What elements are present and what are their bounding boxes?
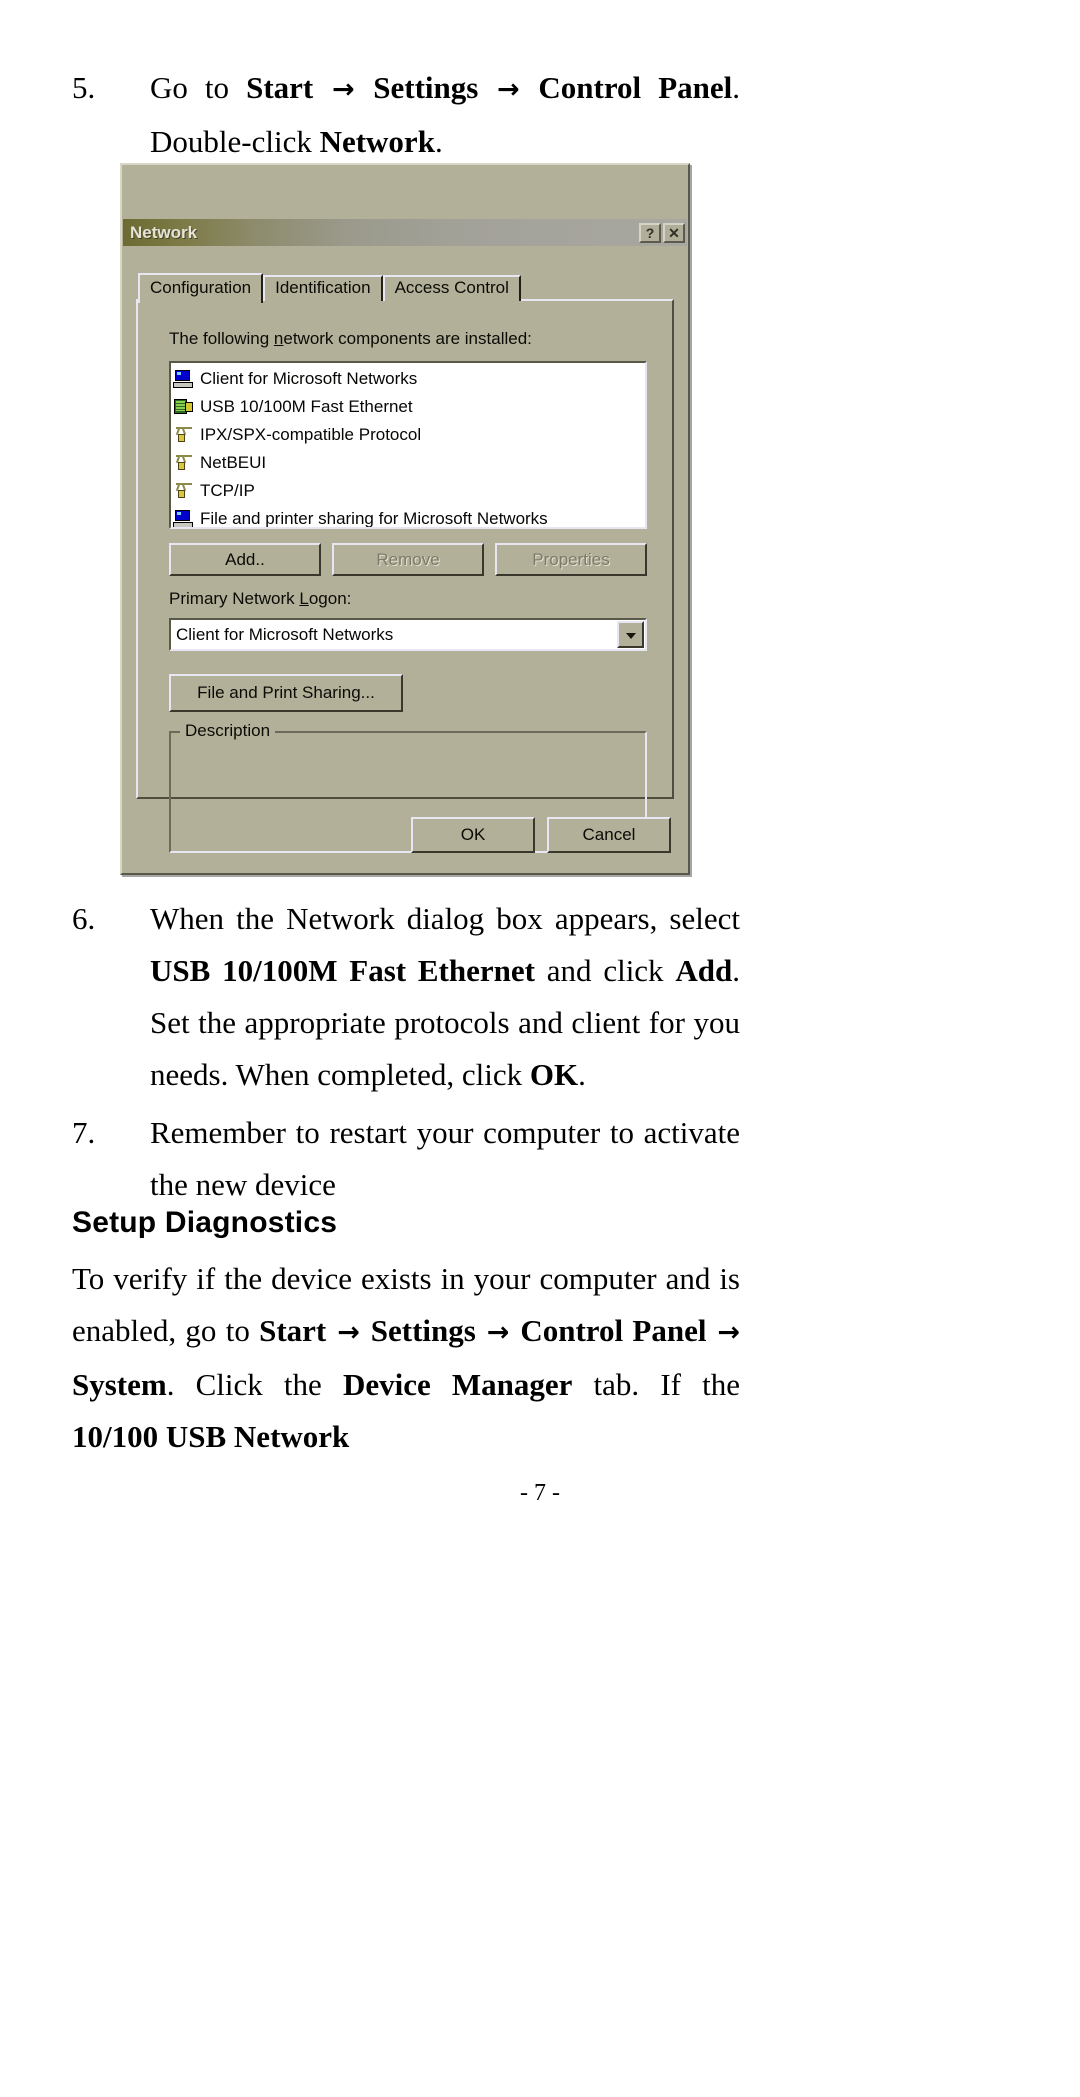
para-arrow-1: → <box>326 1317 371 1348</box>
step-5-seg-1: Start <box>246 70 314 105</box>
step-5-seg-0: Go to <box>150 70 247 105</box>
step-5-text: Go to Start → Settings → Control Panel. … <box>150 62 740 168</box>
list-item[interactable]: TCP/IP <box>173 477 645 505</box>
para-seg-9: Device Manager <box>342 1367 573 1402</box>
step-6-seg-0: When the Network dialog box appears, sel… <box>150 901 740 936</box>
step-6-text: When the Network dialog box appears, sel… <box>150 893 740 1101</box>
primary-logon-label: Primary Network Logon: <box>169 589 351 609</box>
dialog-titlebar[interactable]: Network ? ✕ <box>123 219 687 246</box>
tab-configuration[interactable]: Configuration <box>138 273 264 303</box>
computer-icon <box>173 369 195 389</box>
network-components-list[interactable]: Client for Microsoft Networks USB 10/100… <box>169 361 647 529</box>
network-dialog[interactable]: Network ? ✕ Configuration Identification… <box>120 163 690 875</box>
tab-identification[interactable]: Identification <box>263 275 383 301</box>
remove-button[interactable]: Remove <box>332 543 484 576</box>
step-7-number: 7. <box>72 1115 96 1150</box>
step-6-seg-1: USB 10/100M Fast Ethernet <box>150 953 535 988</box>
list-item-label: Client for Microsoft Networks <box>200 369 418 388</box>
para-seg-5: Control Panel <box>520 1313 707 1348</box>
tab-access-control[interactable]: Access Control <box>382 275 521 301</box>
description-legend: Description <box>180 721 276 741</box>
step-6-seg-5: OK <box>529 1057 579 1092</box>
protocol-icon <box>173 481 195 501</box>
primary-logon-label-post: ogon: <box>308 589 352 608</box>
para-seg-7: System <box>72 1367 167 1402</box>
primary-logon-combobox[interactable]: Client for Microsoft Networks <box>169 618 647 651</box>
components-label-post: etwork components are installed: <box>283 329 532 348</box>
step-5: 5. Go to Start → Settings → Control Pane… <box>72 62 740 168</box>
step-6-seg-2: and click <box>534 953 676 988</box>
tab-strip: Configuration Identification Access Cont… <box>138 273 521 303</box>
step-7: 7. Remember to restart your computer to … <box>72 1107 740 1211</box>
dialog-client-area: Configuration Identification Access Cont… <box>127 249 683 867</box>
properties-button[interactable]: Properties <box>495 543 647 576</box>
para-seg-1: Start <box>259 1313 327 1348</box>
protocol-icon <box>173 453 195 473</box>
step-6: 6. When the Network dialog box appears, … <box>72 893 740 1101</box>
list-item-label: NetBEUI <box>200 453 267 472</box>
protocol-icon <box>173 425 195 445</box>
para-seg-8: . Click the <box>166 1367 343 1402</box>
help-button[interactable]: ? <box>639 222 661 243</box>
add-button[interactable]: Add.. <box>169 543 321 576</box>
step-6-seg-3: Add <box>675 953 733 988</box>
network-card-icon <box>173 397 195 417</box>
para-seg-10: tab. If the <box>572 1367 740 1402</box>
chevron-down-icon[interactable] <box>617 621 644 648</box>
list-item-label: IPX/SPX-compatible Protocol <box>200 425 422 444</box>
primary-logon-value: Client for Microsoft Networks <box>176 624 394 644</box>
setup-diagnostics-paragraph: To verify if the device exists in your c… <box>72 1253 740 1463</box>
close-button[interactable]: ✕ <box>663 222 685 243</box>
primary-logon-label-accel: L <box>299 589 309 608</box>
step-5-number: 5. <box>72 70 96 105</box>
step-5-arrow-2: → <box>478 74 539 105</box>
step-6-seg-6: . <box>578 1057 586 1092</box>
components-label-accel: n <box>273 329 284 348</box>
components-list-label: The following network components are ins… <box>169 329 532 349</box>
computer-icon <box>173 509 195 527</box>
ok-button[interactable]: OK <box>411 817 535 853</box>
list-item-label: USB 10/100M Fast Ethernet <box>200 397 413 416</box>
step-7-text: Remember to restart your computer to act… <box>150 1115 740 1202</box>
components-label-pre: The following <box>169 329 274 348</box>
document-page: 5. Go to Start → Settings → Control Pane… <box>0 0 1080 2097</box>
step-5-seg-7: Network <box>319 124 435 159</box>
list-item[interactable]: IPX/SPX-compatible Protocol <box>173 421 645 449</box>
list-item[interactable]: Client for Microsoft Networks <box>173 365 645 393</box>
step-5-arrow-1: → <box>313 74 374 105</box>
cancel-button[interactable]: Cancel <box>547 817 671 853</box>
step-5-seg-3: Settings <box>373 70 479 105</box>
para-seg-11: 10/100 USB Network <box>72 1419 350 1454</box>
step-6-number: 6. <box>72 901 96 936</box>
step-5-seg-5: Control Panel <box>538 70 733 105</box>
para-seg-3: Settings <box>370 1313 476 1348</box>
para-arrow-3: → <box>706 1317 740 1348</box>
list-item[interactable]: File and printer sharing for Microsoft N… <box>173 505 645 528</box>
component-action-buttons: Add.. Remove Properties <box>169 543 647 576</box>
page-footer: - 7 - <box>520 1480 560 1506</box>
list-item[interactable]: USB 10/100M Fast Ethernet <box>173 393 645 421</box>
page-title: Setup Diagnostics <box>72 1206 338 1239</box>
para-arrow-2: → <box>475 1317 521 1348</box>
list-item-label: TCP/IP <box>200 481 255 500</box>
file-print-sharing-button[interactable]: File and Print Sharing... <box>169 674 403 712</box>
dialog-title: Network <box>130 222 198 242</box>
step-5-seg-8: . <box>434 124 443 159</box>
list-item[interactable]: NetBEUI <box>173 449 645 477</box>
primary-logon-label-pre: Primary Network <box>169 589 300 608</box>
list-item-label: File and printer sharing for Microsoft N… <box>200 509 548 528</box>
dialog-footer-buttons: OK Cancel <box>411 817 671 853</box>
tab-page-configuration: The following network components are ins… <box>136 299 674 853</box>
